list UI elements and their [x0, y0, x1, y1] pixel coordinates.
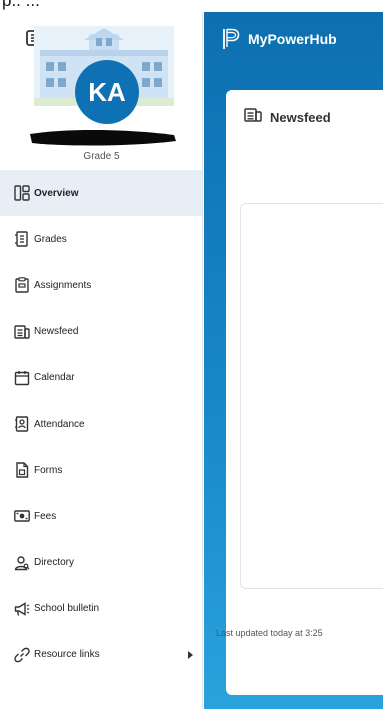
- card-title: Newsfeed: [270, 110, 331, 125]
- megaphone-icon: [14, 601, 30, 617]
- sidebar-item-school-bulletin[interactable]: School bulletin: [0, 586, 202, 632]
- newsfeed-card: Newsfeed Last updated today at 3:25: [216, 90, 383, 695]
- sidebar-nav: Overview Grades Assignments Newsfeed Cal…: [0, 170, 202, 678]
- links-icon: [14, 647, 30, 663]
- brand-name: MyPowerHub: [248, 31, 337, 47]
- sidebar-item-label: Grades: [34, 233, 67, 245]
- cropped-text: p.. ...: [2, 0, 40, 10]
- sidebar-item-directory[interactable]: Directory: [0, 540, 202, 586]
- submenu-arrow-icon[interactable]: [188, 650, 193, 659]
- sidebar-item-label: Calendar: [34, 372, 75, 384]
- student-grade: Grade 5: [83, 151, 120, 162]
- newsfeed-icon: [244, 108, 262, 127]
- cropped-top-strip: p.. ...: [0, 0, 383, 12]
- powerschool-logo-icon: [222, 28, 240, 50]
- last-updated-text: Last updated today at 3:25: [216, 628, 323, 638]
- sidebar-item-newsfeed[interactable]: Newsfeed: [0, 309, 202, 355]
- avatar[interactable]: KA: [75, 60, 139, 124]
- sidebar-item-grades[interactable]: Grades: [0, 216, 202, 262]
- newsfeed-card-header: Newsfeed: [244, 108, 331, 127]
- newsfeed-content-area[interactable]: [240, 203, 383, 589]
- sidebar-item-label: Attendance: [34, 418, 85, 430]
- attendance-icon: [14, 416, 30, 432]
- sidebar: KA Grade 5 Overview Grades Assignments N…: [0, 12, 203, 709]
- avatar-initials: KA: [88, 76, 126, 107]
- sidebar-item-calendar[interactable]: Calendar: [0, 355, 202, 401]
- sidebar-item-attendance[interactable]: Attendance: [0, 401, 202, 447]
- sidebar-item-fees[interactable]: Fees: [0, 493, 202, 539]
- sidebar-item-assignments[interactable]: Assignments: [0, 262, 202, 308]
- sidebar-item-forms[interactable]: Forms: [0, 447, 202, 493]
- brand[interactable]: MyPowerHub: [222, 28, 337, 50]
- sidebar-item-label: Forms: [34, 464, 63, 476]
- sidebar-item-label: Resource links: [34, 649, 100, 661]
- sidebar-item-resource-links[interactable]: Resource links: [0, 632, 202, 678]
- newsfeed-icon: [14, 324, 30, 340]
- calendar-icon: [14, 370, 30, 386]
- sidebar-item-label: School bulletin: [34, 603, 100, 615]
- sidebar-item-overview[interactable]: Overview: [0, 170, 202, 217]
- grades-icon: [14, 231, 30, 247]
- main-content: MyPowerHub Newsfeed Last updated today a…: [204, 12, 383, 709]
- sidebar-item-label: Fees: [34, 510, 57, 522]
- overview-icon: [14, 185, 30, 201]
- profile-section: KA Grade 5: [0, 12, 202, 170]
- redacted-student-name: [28, 126, 178, 148]
- sidebar-item-label: Newsfeed: [34, 326, 79, 338]
- fees-icon: [14, 508, 30, 524]
- directory-icon: [14, 555, 30, 571]
- sidebar-item-label: Overview: [34, 187, 79, 199]
- sidebar-item-label: Assignments: [34, 279, 92, 291]
- sidebar-item-label: Directory: [34, 557, 75, 569]
- forms-icon: [14, 462, 30, 478]
- assignments-icon: [14, 277, 30, 294]
